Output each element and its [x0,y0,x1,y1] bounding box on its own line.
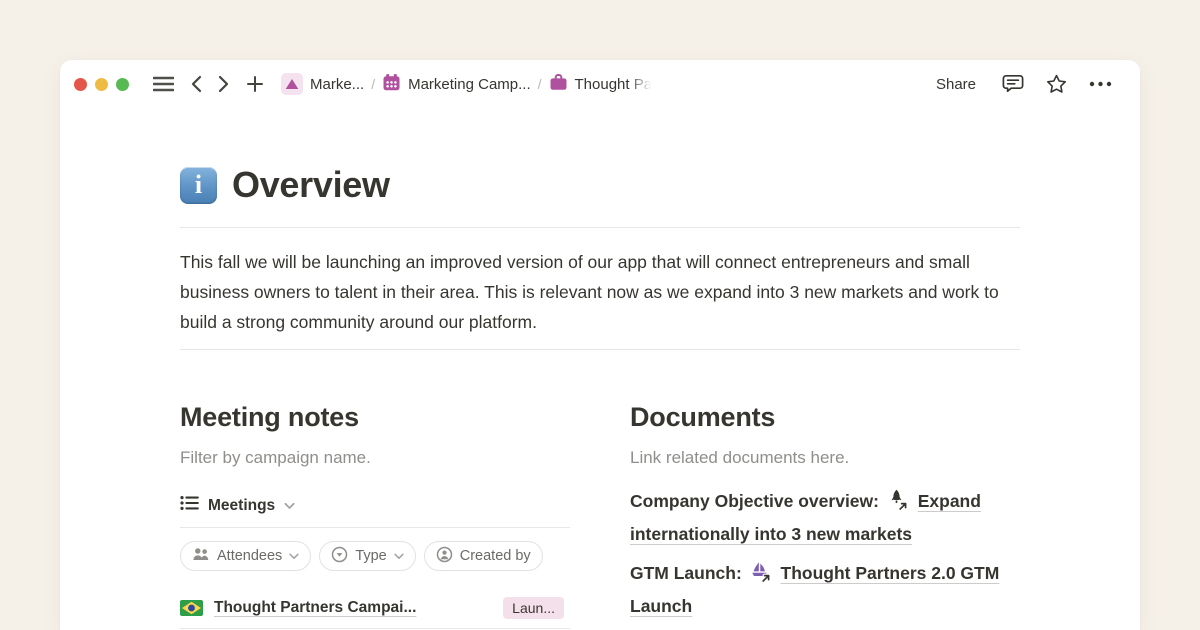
share-button[interactable]: Share [928,72,984,97]
sidebar-menu-icon[interactable] [149,72,178,96]
divider [180,349,1020,350]
chevron-down-icon [289,553,299,560]
document-label: Company Objective overview: [630,491,879,511]
forward-icon[interactable] [214,71,234,97]
sailboat-icon [749,560,773,581]
view-label: Meetings [208,497,275,515]
filter-bar: Attendees Type [180,541,600,571]
breadcrumb-item-workspace[interactable]: Marke... [276,70,369,98]
meeting-notes-caption: Filter by campaign name. [180,448,570,468]
divider [180,527,570,528]
meeting-row[interactable]: Thought Partners Campai... Laun... [180,590,570,626]
window-topbar: Marke... / Marketing Camp... / [60,60,1140,108]
filter-type-chip[interactable]: Type [319,541,415,571]
chevron-down-icon [284,497,295,515]
campaign-tag: Laun... [503,597,564,619]
information-emoji: i [180,167,217,204]
filter-label: Attendees [217,548,282,564]
chevron-down-icon [394,553,404,560]
meetings-list: Thought Partners Campai... Laun... T [180,590,570,630]
select-circle-icon [331,546,348,567]
meetings-view-dropdown[interactable]: Meetings [180,493,295,518]
more-options-icon[interactable] [1085,77,1116,91]
breadcrumb-separator: / [371,76,375,92]
documents-heading: Documents [630,402,1020,433]
zoom-window-button[interactable] [116,78,129,91]
meeting-notes-column: Meeting notes Filter by campaign name. M… [180,402,570,630]
list-view-icon [180,495,199,516]
documents-caption: Link related documents here. [630,448,1020,468]
breadcrumb-separator: / [538,76,542,92]
filter-attendees-chip[interactable]: Attendees [180,541,311,571]
filter-label: Created by [460,548,531,564]
filter-label: Type [355,548,386,564]
breadcrumb-label: Thought Pa [575,76,653,93]
comments-icon[interactable] [998,70,1028,98]
fade-overlay [542,541,600,571]
person-circle-icon [436,546,453,567]
minimize-window-button[interactable] [95,78,108,91]
document-link-line: Company Objective overview: Ex [630,485,1020,551]
breadcrumb-item-thought-partners[interactable]: Thought Pa [544,70,658,98]
documents-column: Documents Link related documents here. C… [630,402,1020,630]
breadcrumb-label: Marke... [310,76,364,93]
workspace-triangle-icon [281,73,303,95]
new-page-plus-icon[interactable] [242,71,268,97]
intro-paragraph: This fall we will be launching an improv… [180,247,1020,337]
page-title: Overview [232,164,390,206]
page-title-row: i Overview [180,164,1080,206]
divider [180,227,1020,228]
document-label: GTM Launch: [630,563,742,583]
people-icon [192,547,210,565]
meeting-title-link[interactable]: Thought Partners Campai... [214,599,416,617]
rocket-icon [886,488,910,509]
brazil-flag-icon [180,600,203,616]
briefcase-icon [549,73,568,95]
window-controls [74,78,129,91]
favorite-star-icon[interactable] [1042,70,1071,98]
notion-window: Marke... / Marketing Camp... / [60,60,1140,630]
document-link-line: GTM Launch: Thought Partners 2.0 GTM Lau… [630,557,1020,623]
breadcrumb-item-marketing-campaigns[interactable]: Marketing Camp... [377,70,536,98]
close-window-button[interactable] [74,78,87,91]
filter-created-by-chip[interactable]: Created by [424,541,543,571]
back-icon[interactable] [186,71,206,97]
calendar-icon [382,73,401,95]
meeting-notes-heading: Meeting notes [180,402,570,433]
breadcrumb-label: Marketing Camp... [408,76,531,93]
divider [180,628,570,629]
page-content: i Overview This fall we will be launchin… [60,108,1140,630]
